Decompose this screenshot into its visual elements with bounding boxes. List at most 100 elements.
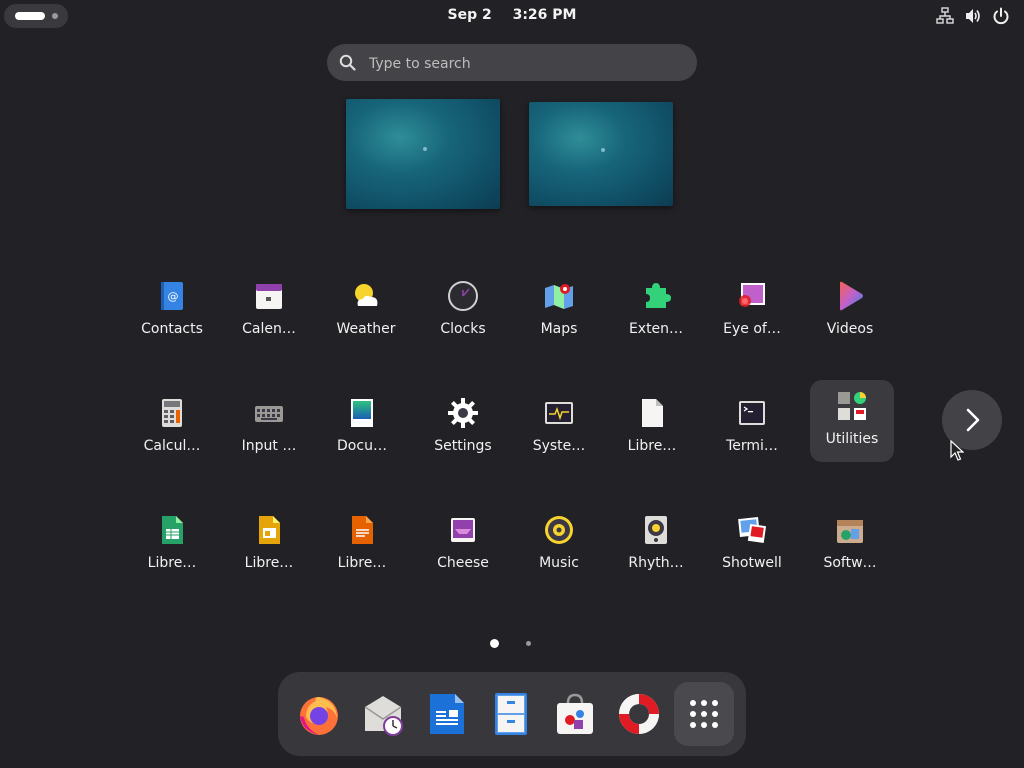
dock-show-apps[interactable]: [674, 682, 734, 746]
time-label: 3:26 PM: [512, 7, 577, 23]
system-tray[interactable]: [936, 7, 1010, 25]
app-libreoffice[interactable]: Libre…: [610, 387, 694, 469]
app-extensions[interactable]: Exten…: [614, 270, 698, 352]
app-label: Clocks: [440, 321, 486, 337]
clock[interactable]: Sep 2 3:26 PM: [0, 7, 1024, 23]
app-label: Exten…: [628, 321, 684, 337]
dock-files[interactable]: [481, 682, 541, 746]
app-rhythmbox[interactable]: Rhyth…: [614, 504, 698, 586]
page-dot-1-active[interactable]: [490, 639, 499, 648]
app-maps[interactable]: Maps: [517, 270, 601, 352]
contacts-icon: @: [161, 282, 183, 310]
terminal-icon: [739, 401, 765, 425]
utilities-folder-icon: [838, 392, 866, 420]
search-icon: [339, 54, 356, 71]
app-input-method[interactable]: Input …: [227, 387, 311, 469]
shotwell-photos-icon: [738, 517, 767, 544]
app-music[interactable]: Music: [517, 504, 601, 586]
app-contacts[interactable]: @ Contacts: [130, 270, 214, 352]
keyboard-icon: [255, 406, 283, 422]
app-label: Weather: [336, 321, 396, 337]
libreoffice-draw-icon: [352, 516, 373, 544]
app-clocks[interactable]: Clocks: [421, 270, 505, 352]
image-viewer-icon: [739, 283, 765, 307]
system-monitor-icon: [545, 402, 573, 424]
libreoffice-impress-icon: [259, 516, 280, 544]
calendar-icon: [256, 284, 282, 309]
app-calendar[interactable]: Calen…: [227, 270, 311, 352]
cheese-camera-icon: [451, 518, 475, 542]
app-label: Settings: [434, 438, 492, 454]
search-bar[interactable]: [327, 44, 697, 81]
app-label: Termi…: [726, 438, 778, 454]
calculator-icon: [162, 399, 182, 427]
writer-document-icon: [430, 694, 464, 734]
search-input[interactable]: [367, 52, 681, 76]
app-label: Calen…: [242, 321, 296, 337]
app-folder-utilities[interactable]: Utilities: [810, 380, 894, 462]
app-label: Music: [539, 555, 579, 571]
app-label: Shotwell: [722, 555, 782, 571]
top-bar: Sep 2 3:26 PM: [0, 0, 1024, 32]
app-label: Libre…: [244, 555, 294, 571]
libreoffice-calc-icon: [162, 516, 183, 544]
app-system-monitor[interactable]: Syste…: [517, 387, 601, 469]
page-dot-2[interactable]: [526, 641, 531, 646]
app-libreoffice-draw[interactable]: Libre…: [320, 504, 404, 586]
firefox-icon: [300, 697, 338, 735]
app-videos[interactable]: Videos: [808, 270, 892, 352]
app-label: Softw…: [823, 555, 877, 571]
app-weather[interactable]: Weather: [324, 270, 408, 352]
app-label: Libre…: [627, 438, 677, 454]
app-shotwell[interactable]: Shotwell: [710, 504, 794, 586]
app-label: Eye of…: [723, 321, 781, 337]
app-label: Libre…: [337, 555, 387, 571]
weather-icon: [355, 284, 378, 306]
dock-software[interactable]: [545, 682, 605, 746]
volume-icon[interactable]: [964, 7, 982, 25]
dock-help[interactable]: [609, 682, 669, 746]
app-cheese[interactable]: Cheese: [421, 504, 505, 586]
app-label: Utilities: [825, 431, 879, 447]
app-document-scanner[interactable]: Docu…: [320, 387, 404, 469]
help-lifebuoy-icon: [619, 694, 659, 734]
svg-text:@: @: [168, 290, 179, 303]
app-libreoffice-calc[interactable]: Libre…: [130, 504, 214, 586]
workspace-thumbnail-2[interactable]: [529, 102, 673, 206]
accessibility-network-icon[interactable]: [936, 7, 954, 25]
libreoffice-icon: [642, 399, 663, 427]
settings-gear-icon: [448, 398, 478, 428]
date-label: Sep 2: [447, 7, 492, 23]
dock-evolution[interactable]: [353, 682, 413, 746]
dock-firefox[interactable]: [289, 682, 349, 746]
files-cabinet-icon: [495, 693, 527, 735]
app-eye-of-gnome[interactable]: Eye of…: [710, 270, 794, 352]
rhythmbox-speaker-icon: [645, 516, 667, 544]
app-calculator[interactable]: Calcul…: [130, 387, 214, 469]
app-label: Maps: [540, 321, 578, 337]
app-label: Calcul…: [143, 438, 201, 454]
mail-clock-icon: [364, 696, 403, 736]
mouse-cursor-icon: [950, 440, 964, 461]
dock-libreoffice-writer[interactable]: [417, 682, 477, 746]
app-label: Input …: [241, 438, 297, 454]
app-settings[interactable]: Settings: [421, 387, 505, 469]
app-label: Libre…: [147, 555, 197, 571]
dash-dock: [278, 672, 746, 756]
app-grid-icon: [690, 700, 718, 728]
app-label: Syste…: [532, 438, 586, 454]
clocks-icon: [448, 281, 478, 311]
power-icon[interactable]: [992, 7, 1010, 25]
app-label: Videos: [826, 321, 874, 337]
app-terminal[interactable]: Termi…: [710, 387, 794, 469]
app-libreoffice-impress[interactable]: Libre…: [227, 504, 311, 586]
music-speaker-icon: [545, 516, 573, 544]
app-label: Rhyth…: [628, 555, 684, 571]
app-label: Contacts: [141, 321, 203, 337]
software-icon: [837, 520, 863, 543]
extensions-puzzle-icon: [646, 283, 671, 308]
app-software[interactable]: Softw…: [808, 504, 892, 586]
workspace-thumbnail-1[interactable]: [346, 99, 500, 209]
maps-icon: [545, 284, 573, 309]
software-bag-icon: [557, 693, 593, 734]
